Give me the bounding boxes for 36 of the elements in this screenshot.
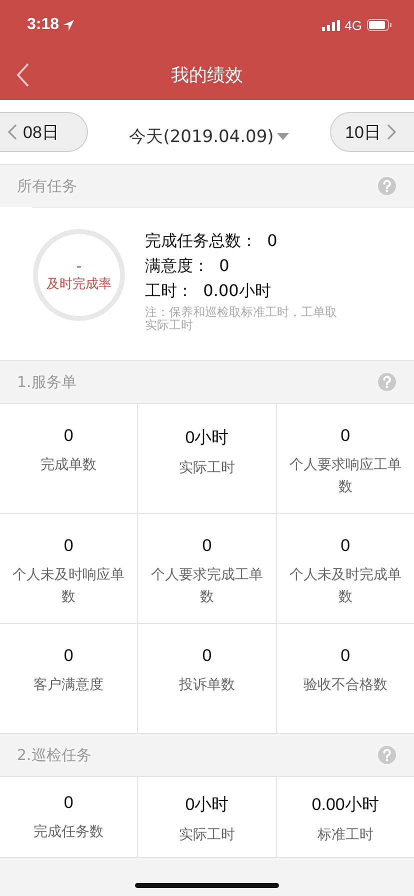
summary-stat: 满意度： 0: [145, 256, 230, 277]
stat-cell: 0 验收不合格数: [276, 624, 414, 733]
completion-rate-ring: - 及时完成率: [33, 229, 125, 321]
page-title: 我的绩效: [171, 64, 243, 87]
location-icon: [63, 20, 74, 30]
stat-cell: 0 完成任务数: [0, 777, 138, 857]
network-label: 4G: [344, 18, 362, 32]
dropdown-icon[interactable]: [276, 132, 289, 140]
stat-cell: 0 个人未及时完成单数: [276, 514, 414, 623]
stat-cell: 0.00小时 标准工时: [276, 777, 414, 857]
chevron-left-icon[interactable]: [8, 124, 17, 140]
stat-cell: 0 投诉单数: [138, 624, 276, 733]
signal-icon: [322, 20, 340, 30]
section-title: 1.服务单: [17, 372, 76, 392]
summary-stat: 完成任务总数： 0: [145, 231, 278, 252]
current-date[interactable]: 今天(2019.04.09): [129, 124, 274, 148]
chevron-right-icon[interactable]: [386, 124, 396, 140]
stat-cell: 0 客户满意度: [0, 624, 138, 733]
note-text: 注：保养和巡检取标准工时，工单取实际工时: [145, 306, 338, 332]
stat-cell: 0 个人要求响应工单数: [276, 404, 414, 513]
stat-cell: 0 个人要求完成工单数: [138, 514, 276, 623]
stat-cell: 0小时 实际工时: [138, 404, 276, 513]
status-time: 3:18: [27, 16, 60, 34]
battery-icon: [367, 19, 392, 31]
section-title: 所有任务: [17, 176, 77, 196]
help-icon[interactable]: [377, 745, 397, 765]
help-icon[interactable]: [377, 372, 397, 392]
stat-cell: 0 完成单数: [0, 404, 138, 513]
previous-day-button[interactable]: 08日: [0, 112, 88, 152]
stat-cell: 0 个人未及时响应单数: [0, 514, 138, 623]
next-day-button[interactable]: 10日: [330, 112, 414, 152]
help-icon[interactable]: [377, 176, 397, 196]
summary-stat: 工时： 0.00小时: [145, 281, 272, 302]
section-title: 2.巡检任务: [17, 746, 92, 764]
back-icon[interactable]: [16, 63, 30, 87]
stat-cell: 0小时 实际工时: [138, 777, 276, 857]
